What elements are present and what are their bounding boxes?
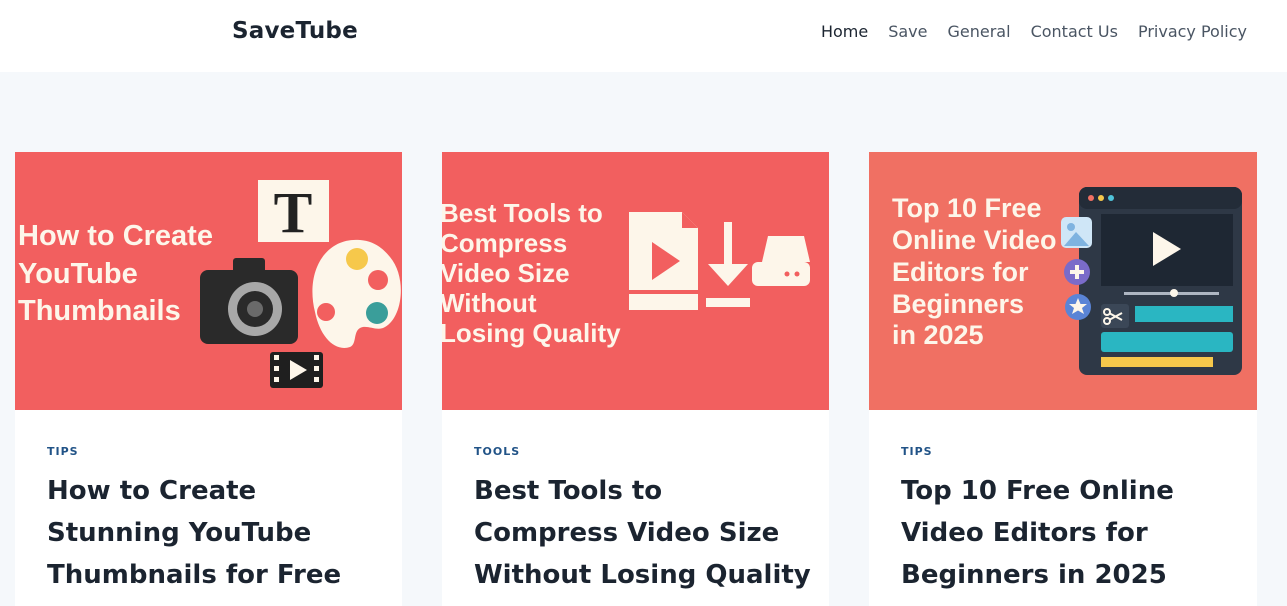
image-icon xyxy=(1061,217,1092,248)
thumb-text-line: How to Create xyxy=(18,220,213,252)
post-category[interactable]: TIPS xyxy=(47,445,79,458)
thumb-text-line: Losing Quality xyxy=(442,318,621,348)
thumb-text-line: Beginners xyxy=(892,289,1024,319)
nav-general[interactable]: General xyxy=(948,22,1011,41)
post-category[interactable]: TIPS xyxy=(901,445,933,458)
thumb-text-line: in 2025 xyxy=(892,320,984,350)
thumb-text-line: Video Size xyxy=(442,258,570,288)
post-thumbnail[interactable]: Top 10 Free Online Video Editors for Beg… xyxy=(869,152,1257,410)
main-nav: Home Save General Contact Us Privacy Pol… xyxy=(821,22,1247,41)
text-t-icon: T xyxy=(258,180,329,245)
nav-privacy-policy[interactable]: Privacy Policy xyxy=(1138,22,1247,41)
post-title[interactable]: Top 10 Free Online Video Editors for Beg… xyxy=(901,470,1241,596)
video-editor-window-icon xyxy=(1079,187,1242,375)
camera-icon xyxy=(200,258,298,344)
star-icon xyxy=(1065,294,1091,320)
thumb-text-line: Best Tools to xyxy=(442,198,603,228)
thumb-text-line: Without xyxy=(442,288,537,318)
post-card: How to Create YouTube Thumbnails T TIPS … xyxy=(15,152,402,606)
post-thumbnail[interactable]: How to Create YouTube Thumbnails T xyxy=(15,152,402,410)
thumb-text-line: Online Video xyxy=(892,225,1057,255)
thumb-text-line: Compress xyxy=(442,228,567,258)
post-thumbnail[interactable]: Best Tools to Compress Video Size Withou… xyxy=(442,152,829,410)
site-logo[interactable]: SaveTube xyxy=(232,18,358,44)
post-card: Top 10 Free Online Video Editors for Beg… xyxy=(869,152,1257,606)
nav-home[interactable]: Home xyxy=(821,22,868,41)
site-header: SaveTube Home Save General Contact Us Pr… xyxy=(0,0,1287,72)
thumb-text-line: Thumbnails xyxy=(18,295,181,327)
post-card: Best Tools to Compress Video Size Withou… xyxy=(442,152,829,606)
thumb-text-line: Top 10 Free xyxy=(892,193,1042,223)
thumb-text-line: YouTube xyxy=(18,258,138,290)
thumb-text-line: Editors for xyxy=(892,257,1029,287)
plus-icon xyxy=(1064,259,1090,285)
video-file-icon xyxy=(629,212,698,310)
post-title[interactable]: Best Tools to Compress Video Size Withou… xyxy=(474,470,814,596)
post-category[interactable]: TOOLS xyxy=(474,445,520,458)
nav-contact-us[interactable]: Contact Us xyxy=(1031,22,1118,41)
film-play-icon xyxy=(270,352,323,388)
nav-save[interactable]: Save xyxy=(888,22,927,41)
post-title[interactable]: How to Create Stunning YouTube Thumbnail… xyxy=(47,470,387,596)
svg-text:T: T xyxy=(274,180,313,245)
